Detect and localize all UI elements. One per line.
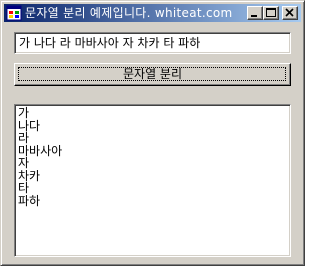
- result-listbox[interactable]: 가 나다 라 마바사아 자 차카 타 파하: [14, 104, 291, 257]
- list-item[interactable]: 라: [18, 132, 62, 145]
- close-button[interactable]: [282, 6, 298, 20]
- source-text-input[interactable]: 가 나다 라 마바사아 자 차카 타 파하: [14, 32, 291, 54]
- list-item[interactable]: 타: [18, 182, 62, 195]
- app-icon[interactable]: [6, 5, 22, 21]
- minimize-button[interactable]: [247, 6, 263, 20]
- maximize-button[interactable]: [263, 6, 279, 20]
- app-window: 문자열 분리 예제입니다. whiteat.com 가 나다 라 마바사아 자 …: [0, 0, 305, 266]
- window-title: 문자열 분리 예제입니다. whiteat.com: [25, 6, 233, 20]
- split-button[interactable]: 문자열 분리: [14, 63, 291, 86]
- list-item[interactable]: 파하: [18, 194, 62, 208]
- maximize-icon: [266, 8, 276, 17]
- result-list-items: 가 나다 라 마바사아 자 차카 타 파하: [18, 107, 62, 207]
- split-button-label: 문자열 분리: [122, 67, 182, 81]
- source-text-value: 가 나다 라 마바사아 자 차카 타 파하: [19, 36, 201, 50]
- list-item[interactable]: 가: [18, 107, 62, 120]
- minimize-icon: [251, 15, 257, 17]
- title-bar[interactable]: 문자열 분리 예제입니다. whiteat.com: [4, 4, 301, 22]
- close-icon: [285, 8, 294, 17]
- list-item[interactable]: 자: [18, 157, 62, 170]
